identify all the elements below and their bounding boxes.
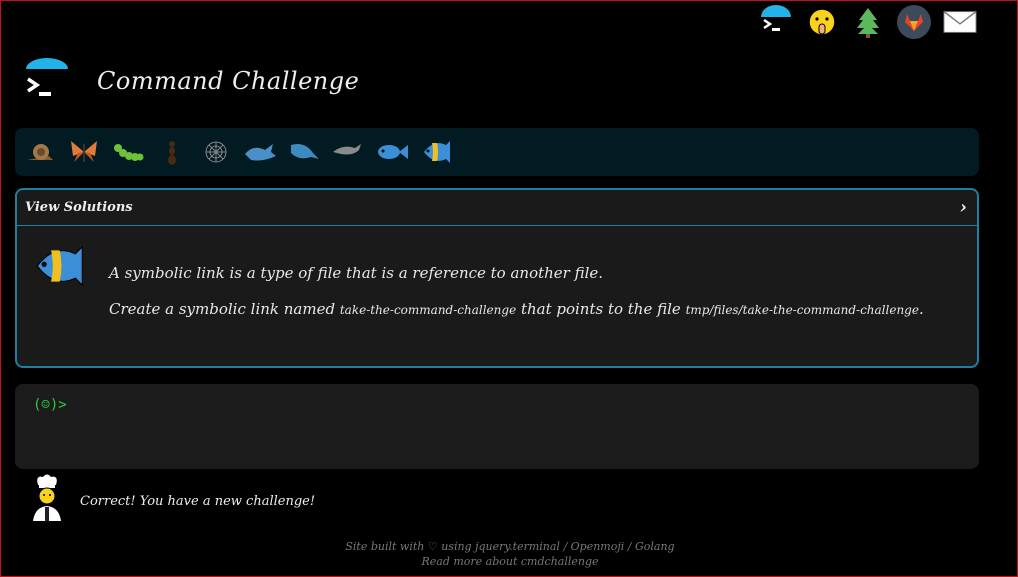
- level-bar: [15, 128, 979, 176]
- ant-icon[interactable]: [153, 133, 191, 171]
- challenge-panel: View Solutions › A symbolic link is a ty…: [15, 188, 979, 368]
- terminal-icon[interactable]: [759, 5, 793, 39]
- chef-icon: [29, 473, 65, 527]
- link-name: take-the-command-challenge: [339, 303, 517, 317]
- line2-suffix: .: [918, 300, 924, 318]
- gitlab-icon[interactable]: [897, 5, 931, 39]
- view-solutions-bar[interactable]: View Solutions ›: [17, 190, 977, 226]
- shush-face-icon[interactable]: [805, 5, 839, 39]
- snail-icon[interactable]: [21, 133, 59, 171]
- caterpillar-icon[interactable]: [109, 133, 147, 171]
- tropical-fish-icon[interactable]: [417, 133, 455, 171]
- fish-icon[interactable]: [373, 133, 411, 171]
- view-solutions-label: View Solutions: [25, 200, 133, 215]
- line2-prefix: Create a symbolic link named: [109, 300, 340, 318]
- terminal[interactable]: (☺)>: [15, 384, 979, 469]
- mail-icon[interactable]: [943, 5, 977, 39]
- challenge-line-2: Create a symbolic link named take-the-co…: [109, 300, 924, 318]
- butterfly-icon[interactable]: [65, 133, 103, 171]
- terminal-logo-icon[interactable]: [23, 57, 71, 105]
- brand: Command Challenge: [23, 57, 359, 105]
- status-message: Correct! You have a new challenge!: [80, 494, 316, 509]
- chevron-right-icon[interactable]: ›: [960, 197, 967, 218]
- footer-credits[interactable]: Site built with ♡ using jquery.terminal …: [1, 539, 1018, 554]
- challenge-description: A symbolic link is a type of file that i…: [109, 264, 924, 336]
- challenge-body: A symbolic link is a type of file that i…: [17, 226, 977, 366]
- tree-icon[interactable]: [851, 5, 885, 39]
- footer: Site built with ♡ using jquery.terminal …: [1, 539, 1018, 569]
- terminal-prompt[interactable]: (☺)>: [33, 397, 67, 413]
- line2-mid: that points to the file: [516, 300, 686, 318]
- whale-2-icon[interactable]: [285, 133, 323, 171]
- tropical-fish-icon: [29, 240, 87, 296]
- target-path: tmp/files/take-the-command-challenge: [685, 303, 919, 317]
- footer-read-more-link[interactable]: Read more about cmdchallenge: [1, 554, 1018, 569]
- dolphin-icon[interactable]: [329, 133, 367, 171]
- spider-web-icon[interactable]: [197, 133, 235, 171]
- page-title: Command Challenge: [97, 67, 360, 95]
- top-nav: [759, 5, 977, 39]
- challenge-line-1: A symbolic link is a type of file that i…: [109, 264, 604, 282]
- whale-icon[interactable]: [241, 133, 279, 171]
